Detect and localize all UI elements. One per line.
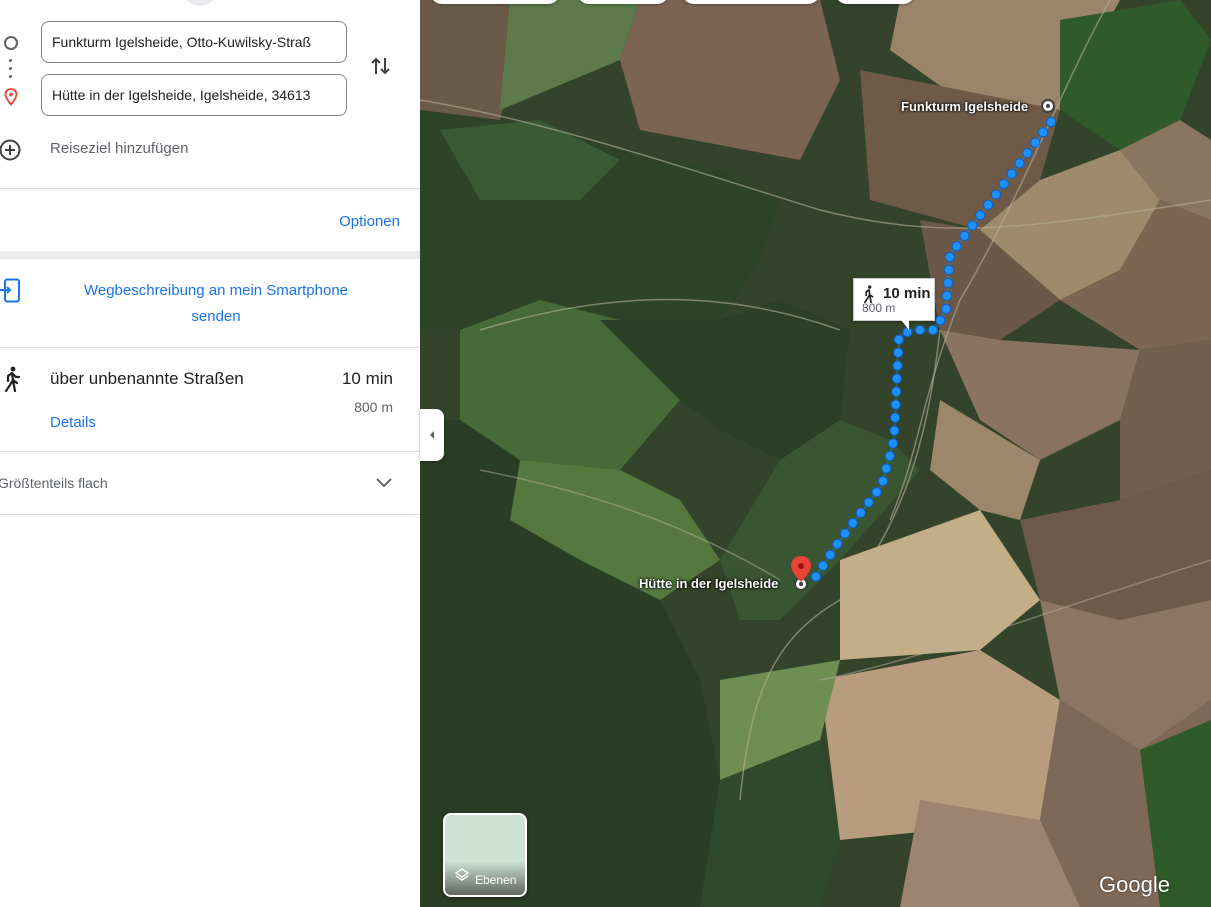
satellite-map[interactable]: [420, 0, 1211, 907]
send-to-phone-button[interactable]: Wegbeschreibung an mein Smartphone sende…: [60, 278, 372, 330]
route-dot: [889, 425, 900, 436]
directions-panel: Reiseziel hinzufügen Optionen Wegbeschre…: [0, 0, 420, 907]
route-dot: [893, 334, 904, 345]
details-button[interactable]: Details: [50, 414, 96, 431]
route-dot: [855, 507, 866, 518]
bubble-distance: 800 m: [862, 301, 896, 315]
route-dot: [884, 450, 895, 462]
route-dot: [983, 199, 994, 210]
route-dot: [1014, 158, 1025, 169]
route-dot: [1030, 137, 1041, 148]
chevron-down-icon[interactable]: [375, 476, 393, 495]
divider: [0, 188, 420, 189]
route-dot: [863, 497, 874, 508]
travel-mode-button[interactable]: [185, 0, 215, 6]
route-dot: [1045, 116, 1057, 128]
layers-button[interactable]: Ebenen: [443, 813, 527, 897]
route-dot: [847, 518, 858, 529]
add-destination-button[interactable]: Reiseziel hinzufügen: [50, 140, 188, 157]
route-dot: [893, 347, 904, 358]
satellite-imagery: [420, 0, 1211, 907]
map-chip[interactable]: [682, 0, 820, 4]
map-chip[interactable]: [430, 0, 560, 4]
route-dot: [889, 412, 901, 423]
route-dot: [1006, 168, 1017, 179]
route-dot: [941, 290, 953, 301]
route-dot: [832, 538, 843, 550]
route-dot: [810, 571, 822, 582]
route-dots-icon: [9, 59, 12, 83]
google-logo: Google: [1099, 872, 1170, 897]
options-button[interactable]: Optionen: [339, 213, 400, 230]
route-dot: [871, 487, 882, 498]
send-to-phone-icon[interactable]: [0, 278, 22, 309]
route-dot: [943, 264, 955, 276]
route-dot: [990, 189, 1002, 200]
divider: [0, 514, 420, 515]
route-dot: [975, 210, 986, 221]
route-dot: [967, 220, 978, 231]
map-chip[interactable]: [577, 0, 669, 4]
add-circle-icon[interactable]: [0, 138, 22, 167]
route-dot: [817, 560, 829, 571]
route-dot: [927, 324, 939, 336]
route-dot: [1022, 147, 1033, 159]
destination-field[interactable]: [41, 74, 347, 116]
route-duration: 10 min: [341, 369, 393, 388]
origin-input[interactable]: [52, 34, 346, 50]
destination-input[interactable]: [52, 87, 346, 103]
divider: [0, 451, 420, 452]
origin-field[interactable]: [41, 21, 347, 63]
walking-icon: [2, 366, 22, 397]
swap-vertical-icon: [371, 57, 390, 75]
layers-icon: [454, 868, 470, 887]
route-dot: [951, 241, 962, 252]
swap-directions-button[interactable]: [367, 52, 395, 80]
bubble-duration: 10 min: [883, 285, 931, 302]
route-dot: [839, 528, 851, 539]
route-dot: [892, 360, 903, 371]
route-name[interactable]: über unbenannte Straßen: [50, 369, 244, 389]
route-dot: [890, 399, 901, 410]
divider: [0, 347, 420, 348]
route-dot: [1038, 127, 1049, 138]
route-dot: [935, 315, 946, 326]
bubble-tail: [901, 320, 909, 330]
route-dot: [891, 373, 903, 384]
route-dot: [942, 277, 954, 289]
origin-circle-icon: [4, 36, 18, 50]
route-distance: 800 m: [354, 399, 393, 415]
route-dot: [940, 303, 952, 314]
layers-label: Ebenen: [475, 873, 517, 887]
collapse-panel-button[interactable]: [420, 409, 444, 461]
route-dot: [944, 251, 955, 263]
route-dot: [891, 386, 902, 397]
map-destination-label[interactable]: Hütte in der Igelsheide: [639, 576, 778, 591]
destination-pin-icon: [3, 88, 19, 111]
route-dot: [881, 463, 892, 474]
route-dot: [914, 324, 926, 336]
route-dot: [877, 476, 889, 487]
route-info-bubble[interactable]: 10 min 800 m: [853, 278, 935, 321]
route-dot: [998, 179, 1009, 190]
chevron-left-icon: [430, 431, 434, 439]
map-origin-label[interactable]: Funkturm Igelsheide: [901, 99, 1028, 114]
route-dot: [959, 230, 970, 241]
route-dot: [825, 549, 836, 560]
map-chip[interactable]: [835, 0, 915, 4]
terrain-summary[interactable]: Größtenteils flach: [0, 475, 108, 491]
route-dot: [887, 438, 899, 449]
section-separator: [0, 251, 420, 259]
